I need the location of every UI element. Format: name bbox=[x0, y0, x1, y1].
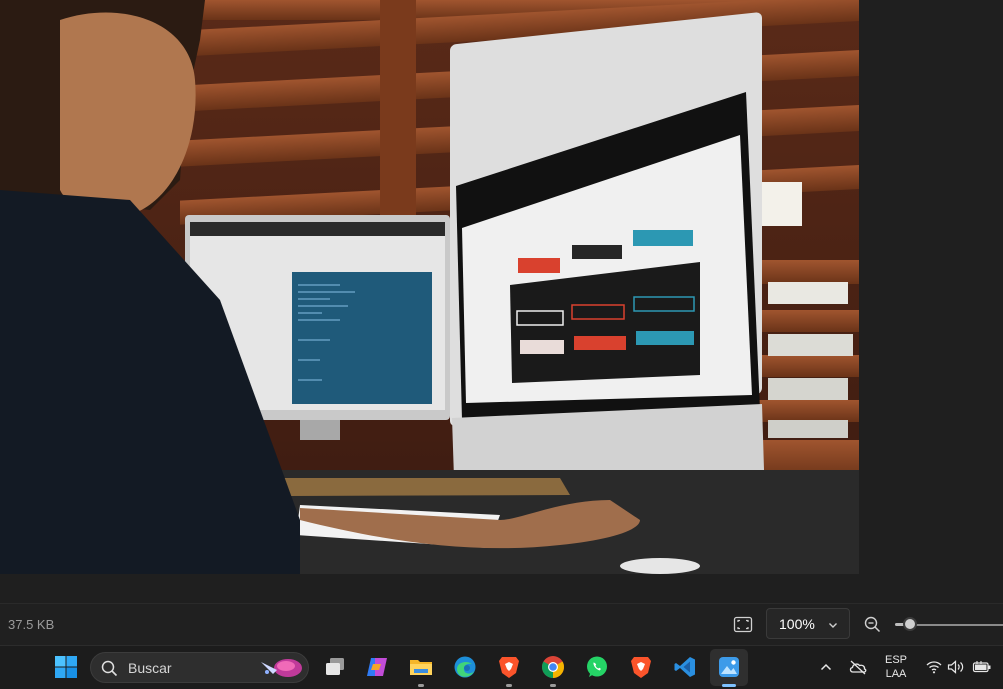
search-placeholder: Buscar bbox=[128, 660, 172, 676]
chrome-icon bbox=[542, 656, 564, 678]
photos-button[interactable] bbox=[715, 653, 743, 681]
photos-icon bbox=[719, 657, 739, 677]
fit-to-window-button[interactable] bbox=[733, 616, 753, 633]
chrome-button[interactable] bbox=[539, 653, 567, 681]
windows-start-icon bbox=[55, 656, 77, 678]
zoom-slider[interactable] bbox=[895, 617, 1003, 631]
running-indicator bbox=[506, 684, 512, 687]
zoom-slider-track bbox=[911, 624, 1003, 626]
file-size-label: 37.5 KB bbox=[8, 617, 55, 632]
start-button[interactable] bbox=[52, 653, 80, 681]
zoom-level-value: 100% bbox=[779, 616, 815, 632]
language-code: ESP bbox=[884, 654, 907, 666]
brave-icon bbox=[631, 657, 651, 678]
task-view-icon bbox=[326, 658, 344, 675]
file-explorer-button[interactable] bbox=[407, 653, 435, 681]
search-icon bbox=[101, 660, 118, 682]
whatsapp-button[interactable] bbox=[583, 653, 611, 681]
show-hidden-icons-button[interactable] bbox=[812, 653, 840, 681]
brave-button-2[interactable] bbox=[627, 653, 655, 681]
task-view-button[interactable] bbox=[321, 653, 349, 681]
vscode-icon bbox=[674, 657, 695, 677]
copilot-icon bbox=[367, 658, 387, 676]
vscode-button[interactable] bbox=[671, 653, 699, 681]
keyboard-layout-code: LAA bbox=[885, 668, 907, 680]
image-viewer bbox=[0, 0, 1003, 603]
zoom-slider-thumb[interactable] bbox=[903, 617, 917, 631]
volume-button[interactable] bbox=[942, 653, 970, 681]
photo[interactable] bbox=[0, 0, 859, 574]
edge-button[interactable] bbox=[451, 653, 479, 681]
taskbar-search[interactable]: Buscar bbox=[90, 652, 309, 683]
running-indicator bbox=[550, 684, 556, 687]
photo-illustration bbox=[0, 0, 859, 574]
brave-icon bbox=[499, 657, 519, 678]
battery-charging-icon bbox=[972, 661, 991, 673]
zoom-level-dropdown[interactable]: 100% bbox=[766, 608, 850, 639]
whatsapp-icon bbox=[587, 656, 607, 677]
active-indicator bbox=[722, 684, 736, 687]
folder-icon bbox=[410, 660, 432, 675]
cloud-offline-icon bbox=[849, 660, 867, 675]
running-indicator bbox=[418, 684, 424, 687]
speaker-icon bbox=[947, 660, 964, 674]
copilot-button[interactable] bbox=[363, 653, 391, 681]
fit-window-icon bbox=[733, 616, 753, 633]
battery-button[interactable] bbox=[968, 653, 996, 681]
edge-icon bbox=[454, 656, 476, 678]
zoom-out-button[interactable] bbox=[864, 616, 881, 638]
chevron-up-icon bbox=[820, 663, 832, 671]
taskbar: Buscar ESP LAA bbox=[0, 645, 1003, 689]
status-bar: 37.5 KB 100% bbox=[0, 603, 1003, 645]
search-highlight-icon bbox=[259, 656, 305, 685]
chevron-down-icon bbox=[827, 618, 839, 636]
input-language-indicator[interactable]: ESP LAA bbox=[880, 654, 912, 680]
zoom-out-icon bbox=[864, 616, 881, 633]
brave-button[interactable] bbox=[495, 653, 523, 681]
wifi-icon bbox=[926, 661, 942, 674]
onedrive-button[interactable] bbox=[844, 653, 872, 681]
